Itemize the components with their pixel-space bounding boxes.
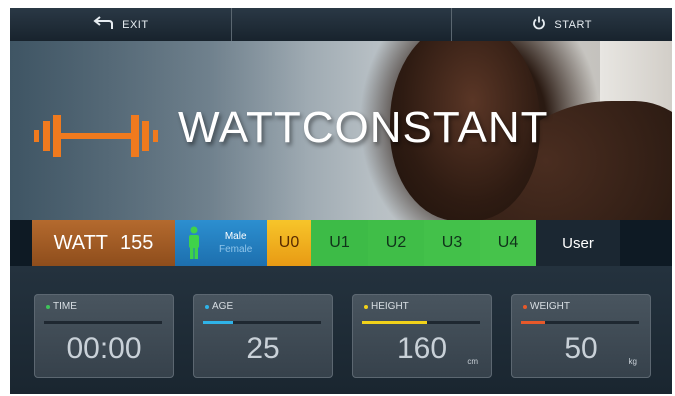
time-card[interactable]: TIME 00:00	[34, 294, 174, 378]
time-label-row: TIME	[46, 301, 77, 312]
weight-card[interactable]: WEIGHT 50 kg	[511, 294, 651, 378]
weight-label: WEIGHT	[530, 301, 570, 312]
program-selector: WATT 155 Male Female U0 U1 U2 U3 U4 User	[32, 220, 672, 266]
age-dot	[205, 304, 209, 309]
height-level-track	[362, 321, 480, 324]
start-label: START	[554, 18, 592, 31]
weight-level-track	[521, 321, 639, 324]
gender-male[interactable]: Male	[219, 230, 252, 243]
power-icon	[532, 16, 546, 33]
console-screen: EXIT START WATTCONSTANT WATT 155 Male Fe…	[10, 8, 672, 394]
preset-u3[interactable]: U3	[424, 220, 480, 266]
age-card[interactable]: AGE 25	[193, 294, 333, 378]
age-level-track	[203, 321, 321, 324]
dumbbell-icon	[34, 113, 158, 164]
age-value: 25	[246, 332, 280, 365]
user-button[interactable]: User	[536, 220, 620, 266]
exit-button[interactable]: EXIT	[10, 8, 232, 41]
height-card[interactable]: HEIGHT 160 cm	[352, 294, 492, 378]
weight-unit: kg	[628, 357, 637, 366]
preset-u4[interactable]: U4	[480, 220, 536, 266]
preset-u1[interactable]: U1	[311, 220, 368, 266]
weight-dot	[523, 304, 527, 309]
preset-u0[interactable]: U0	[267, 220, 311, 266]
time-dot	[46, 304, 50, 309]
age-label: AGE	[212, 301, 234, 312]
top-bar: EXIT START	[10, 8, 672, 41]
hero-banner: WATTCONSTANT	[10, 41, 672, 220]
time-label: TIME	[53, 301, 77, 312]
readout-panel: TIME 00:00 AGE 25 HEIGHT 160 cm WEIGHT 5…	[10, 266, 672, 394]
watt-setting[interactable]: WATT 155	[32, 220, 175, 266]
gender-female[interactable]: Female	[219, 243, 252, 256]
weight-label-row: WEIGHT	[523, 301, 570, 312]
top-bar-center	[232, 8, 453, 41]
time-value: 00:00	[66, 332, 142, 365]
start-button[interactable]: START	[452, 8, 672, 41]
gender-options: Male Female	[219, 230, 252, 256]
time-level-track	[44, 321, 162, 324]
gender-toggle[interactable]: Male Female	[175, 220, 267, 266]
height-label-row: HEIGHT	[364, 301, 409, 312]
height-unit: cm	[467, 357, 478, 366]
weight-level-fill	[521, 321, 545, 324]
age-level-fill	[203, 321, 233, 324]
return-arrow-icon	[92, 16, 114, 33]
height-level-fill	[362, 321, 427, 324]
watt-label: WATT	[53, 231, 109, 254]
watt-value: 155	[120, 231, 154, 254]
exit-label: EXIT	[122, 18, 149, 31]
height-label: HEIGHT	[371, 301, 409, 312]
height-dot	[364, 304, 368, 309]
age-label-row: AGE	[205, 301, 233, 312]
mode-title: WATTCONSTANT	[178, 103, 549, 152]
preset-u2[interactable]: U2	[368, 220, 424, 266]
person-icon	[187, 226, 201, 265]
